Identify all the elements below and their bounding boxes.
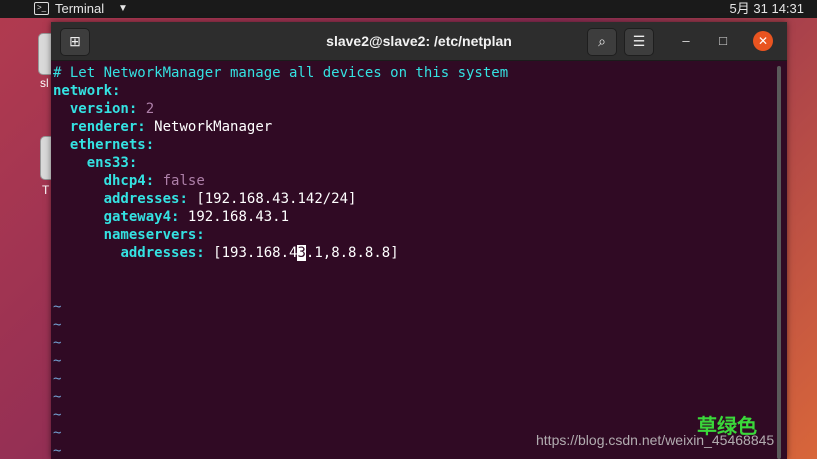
yaml-line-nameservers: nameservers: (103, 227, 205, 243)
terminal-text-area[interactable]: # Let NetworkManager manage all devices … (51, 62, 773, 459)
yaml-key: ens33 (86, 155, 129, 171)
watermark-url: https://blog.csdn.net/weixin_45468845 (536, 432, 775, 448)
yaml-key: addresses (103, 191, 180, 207)
text-cursor: 3 (297, 245, 306, 261)
search-icon: ⌕ (598, 33, 606, 49)
yaml-line-renderer: renderer: NetworkManager (69, 119, 273, 135)
yaml-value: [193.168.4 (213, 245, 298, 261)
yaml-line-ens33: ens33: (86, 155, 138, 171)
hamburger-menu-icon: ☰ (632, 33, 646, 49)
close-button[interactable]: ✕ (753, 31, 773, 51)
window-titlebar[interactable]: ⊞ slave2@slave2: /etc/netplan ⌕ ☰ – □ ✕ (51, 22, 787, 61)
yaml-value: NetworkManager (154, 119, 273, 135)
vim-empty-line-marker: ~ (53, 407, 62, 423)
yaml-line-ethernets: ethernets: (69, 137, 155, 153)
yaml-value: false (162, 173, 205, 189)
yaml-line-network: network: (53, 83, 121, 99)
yaml-key: version (69, 101, 129, 117)
yaml-key: network (53, 83, 113, 99)
yaml-line-dhcp4: dhcp4: false (103, 173, 205, 189)
vim-empty-line-marker: ~ (53, 335, 62, 351)
vim-empty-line-marker: ~ (53, 299, 62, 315)
yaml-key: renderer (69, 119, 138, 135)
vim-empty-line-marker: ~ (53, 425, 62, 441)
terminal-window: ⊞ slave2@slave2: /etc/netplan ⌕ ☰ – □ ✕ … (51, 22, 787, 459)
vim-empty-line-marker: ~ (53, 353, 62, 369)
close-icon: ✕ (757, 34, 769, 48)
yaml-line-version: version: 2 (69, 101, 155, 117)
maximize-icon: □ (719, 33, 727, 48)
vim-empty-line-marker: ~ (53, 389, 62, 405)
yaml-key: ethernets (69, 137, 146, 153)
app-menu-label[interactable]: Terminal (55, 0, 104, 18)
yaml-value: .1,8.8.8.8] (305, 245, 399, 261)
scrollbar[interactable] (777, 66, 781, 459)
yaml-key: dhcp4 (103, 173, 146, 189)
yaml-value: 192.168.43.1 (187, 209, 290, 225)
yaml-key: nameservers (103, 227, 197, 243)
desktop-icon-home-label: sl (40, 76, 49, 90)
minimize-button[interactable]: – (677, 32, 695, 50)
vim-empty-line-marker: ~ (53, 443, 62, 459)
yaml-line-ns-addresses: addresses: [193.168.43.1,8.8.8.8] (120, 245, 399, 261)
yaml-value: [192.168.43.142/24] (196, 191, 357, 207)
search-button[interactable]: ⌕ (587, 28, 617, 56)
menu-button[interactable]: ☰ (624, 28, 654, 56)
clock[interactable]: 5月 31 14:31 (730, 0, 804, 18)
vim-empty-line-marker: ~ (53, 371, 62, 387)
chevron-down-icon[interactable]: ▼ (118, 0, 128, 18)
desktop-icon-trash-label: T (42, 183, 50, 197)
vim-empty-line-marker: ~ (53, 317, 62, 333)
yaml-key: gateway4 (103, 209, 172, 225)
top-bar: >_ Terminal ▼ 5月 31 14:31 (0, 0, 817, 18)
yaml-value: 2 (145, 101, 155, 117)
yaml-line-addresses: addresses: [192.168.43.142/24] (103, 191, 357, 207)
yaml-key: addresses (120, 245, 197, 261)
minimize-icon: – (682, 33, 690, 48)
yaml-comment-line: # Let NetworkManager manage all devices … (53, 65, 509, 81)
maximize-button[interactable]: □ (714, 32, 732, 50)
terminal-app-icon[interactable]: >_ (34, 2, 49, 15)
yaml-line-gateway4: gateway4: 192.168.43.1 (103, 209, 290, 225)
